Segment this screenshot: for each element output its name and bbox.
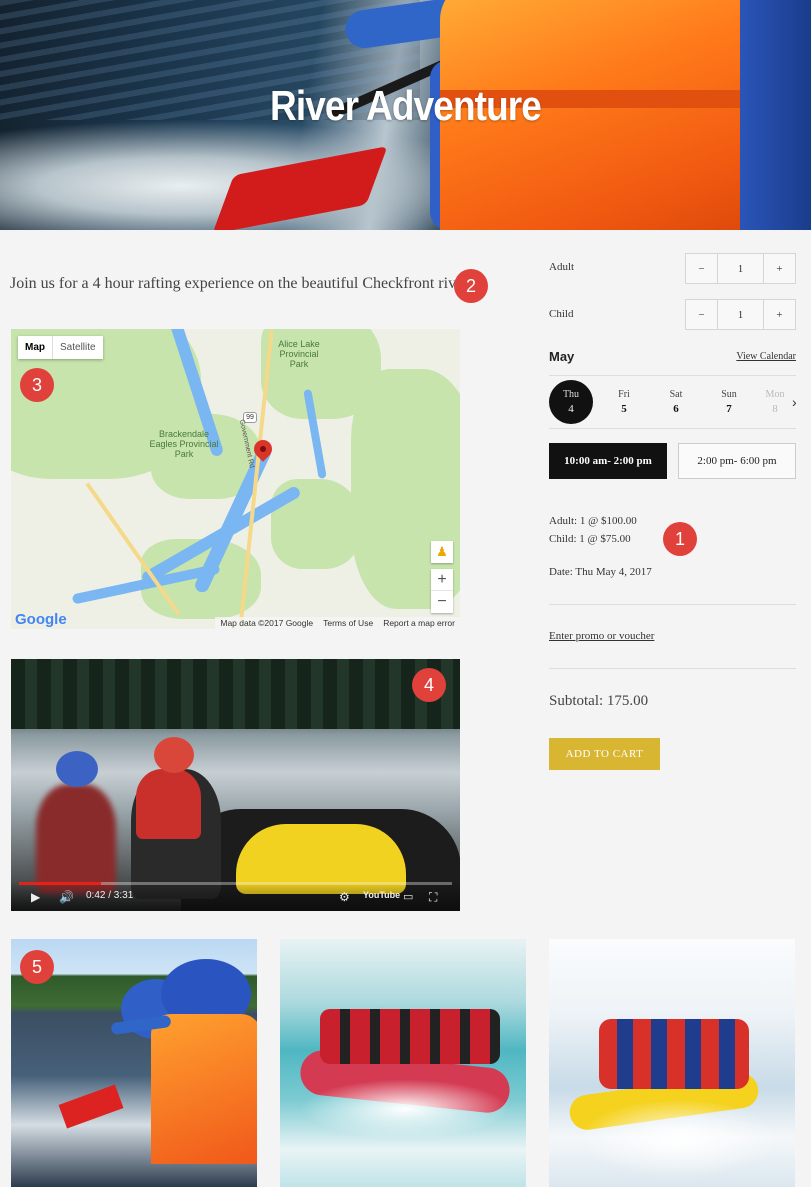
youtube-logo-icon[interactable]: YouTube (363, 890, 400, 900)
child-decrement-button[interactable]: − (686, 300, 717, 329)
day-number: 4 (568, 403, 574, 415)
video-rafter-vest (136, 769, 201, 839)
video-helmet (154, 737, 194, 773)
promo-voucher-link[interactable]: Enter promo or voucher (549, 630, 654, 642)
intro-text: Join us for a 4 hour rafting experience … (10, 275, 472, 292)
adult-quantity-value[interactable]: 1 (717, 254, 764, 283)
summary-adult: Adult: 1 @ $100.00 (549, 515, 637, 527)
photo-red-paddle (58, 1084, 124, 1129)
adult-quantity-stepper[interactable]: − 1 + (685, 253, 796, 284)
child-label: Child (549, 308, 574, 320)
view-calendar-link[interactable]: View Calendar (736, 351, 796, 362)
gallery-photo-3[interactable] (549, 939, 795, 1187)
day-thu-4[interactable]: Thu 4 (549, 380, 593, 424)
adult-increment-button[interactable]: + (764, 254, 795, 283)
day-sun-7[interactable]: Sun 7 (707, 380, 751, 424)
street-view-pegman-icon[interactable]: ♟ (431, 541, 453, 563)
day-number: 8 (772, 403, 778, 415)
settings-gear-icon[interactable]: ⚙ (339, 890, 350, 904)
annotation-badge-3: 3 (20, 368, 54, 402)
photo-life-vest (151, 1014, 257, 1164)
map-tab-map[interactable]: Map (18, 336, 53, 359)
day-number: 6 (673, 403, 679, 415)
fullscreen-icon[interactable]: ⛶ (429, 890, 437, 905)
day-name: Thu (562, 389, 580, 400)
timeslot-morning[interactable]: 10:00 am- 2:00 pm (549, 443, 667, 479)
zoom-in-button[interactable]: + (431, 569, 453, 591)
photo-rafters (320, 1009, 500, 1064)
photo-splash (579, 1099, 779, 1179)
terms-of-use-link[interactable]: Terms of Use (323, 618, 373, 628)
video-rafter (36, 784, 116, 894)
page-title: River Adventure (270, 82, 542, 129)
video-progress-fill (19, 882, 102, 885)
zoom-out-button[interactable]: − (431, 591, 453, 613)
video-player[interactable]: ▶ 🔊 0:42 / 3:31 ⚙ YouTube ▭ ⛶ (11, 659, 460, 911)
video-progress-bar[interactable] (19, 882, 452, 885)
add-to-cart-button[interactable]: ADD TO CART (549, 738, 660, 770)
day-name: Fri (618, 389, 630, 400)
child-quantity-value[interactable]: 1 (717, 300, 764, 329)
map-zoom-control[interactable]: + − (431, 569, 453, 613)
map-widget[interactable]: Map Satellite Alice Lake Provincial Park… (11, 329, 460, 629)
day-number: 7 (726, 403, 732, 415)
map-attribution: Map data ©2017 Google Terms of Use Repor… (215, 617, 460, 629)
divider (549, 428, 796, 429)
divider (549, 375, 796, 376)
chevron-right-icon[interactable]: › (792, 394, 797, 410)
timeslot-afternoon[interactable]: 2:00 pm- 6:00 pm (678, 443, 796, 479)
photo-splash (300, 1079, 510, 1139)
subtotal: Subtotal: 175.00 (549, 693, 649, 709)
divider (549, 604, 796, 605)
day-name: Sat (669, 389, 683, 400)
adult-decrement-button[interactable]: − (686, 254, 717, 283)
child-quantity-stepper[interactable]: − 1 + (685, 299, 796, 330)
hero-banner: River Adventure (0, 0, 811, 230)
map-tab-satellite[interactable]: Satellite (53, 336, 103, 359)
summary-date: Date: Thu May 4, 2017 (549, 566, 652, 578)
gallery-photo-2[interactable] (280, 939, 526, 1187)
photo-rafters (599, 1019, 749, 1089)
video-control-row: ▶ 🔊 0:42 / 3:31 ⚙ YouTube ▭ ⛶ (11, 887, 460, 907)
play-icon[interactable]: ▶ (31, 890, 40, 904)
day-name: Sun (721, 389, 737, 400)
child-increment-button[interactable]: + (764, 300, 795, 329)
video-time: 0:42 / 3:31 (86, 890, 134, 901)
video-tree-line (11, 659, 460, 729)
google-logo[interactable]: Google (15, 611, 67, 628)
annotation-badge-5: 5 (20, 950, 54, 984)
day-name: Mon (765, 389, 785, 400)
day-number: 5 (621, 403, 627, 415)
report-map-error-link[interactable]: Report a map error (383, 618, 455, 628)
map-data-credit: Map data ©2017 Google (220, 618, 314, 628)
day-mon-8[interactable]: Mon 8 (758, 380, 792, 424)
google-logo-text: Google (15, 611, 67, 628)
day-fri-5[interactable]: Fri 5 (602, 380, 646, 424)
map-place-label: Alice Lake Provincial Park (278, 339, 320, 369)
day-sat-6[interactable]: Sat 6 (654, 380, 698, 424)
video-helmet (56, 751, 98, 787)
annotation-badge-2: 2 (454, 269, 488, 303)
annotation-badge-4: 4 (412, 668, 446, 702)
annotation-badge-1: 1 (663, 522, 697, 556)
divider (549, 668, 796, 669)
calendar-month: May (549, 349, 575, 364)
adult-label: Adult (549, 261, 575, 273)
cast-icon[interactable]: ▭ (403, 890, 413, 903)
map-place-label: Brackendale Eagles Provincial Park (149, 429, 219, 459)
map-type-control[interactable]: Map Satellite (18, 336, 103, 359)
volume-icon[interactable]: 🔊 (59, 890, 74, 904)
summary-child: Child: 1 @ $75.00 (549, 533, 631, 545)
